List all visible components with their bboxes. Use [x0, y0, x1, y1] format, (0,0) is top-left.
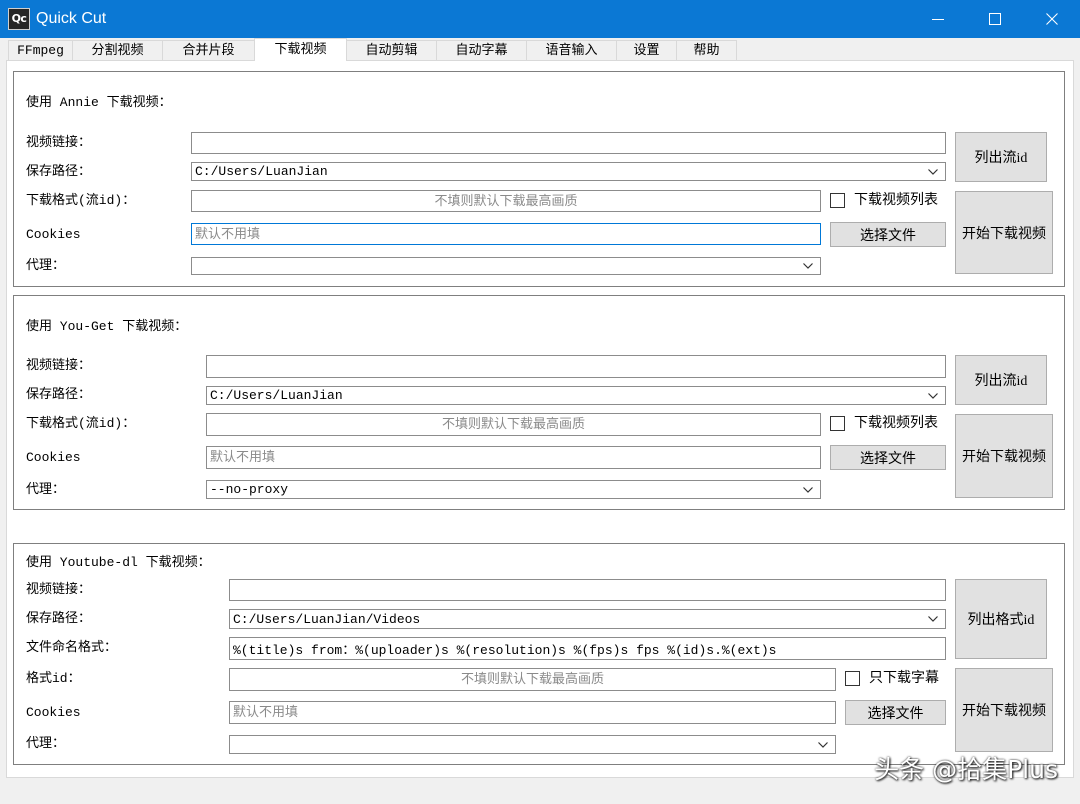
- annie-save-path-value: C:/Users/LuanJian: [195, 164, 328, 179]
- you-get-format-label: 下载格式(流id)：: [26, 416, 136, 431]
- annie-format-label: 下载格式(流id)：: [26, 193, 136, 208]
- youtube-dl-proxy-combo[interactable]: [229, 735, 836, 754]
- chevron-down-icon[interactable]: [928, 392, 938, 399]
- tab-split-video[interactable]: 分割视频: [72, 40, 163, 60]
- annie-playlist-checkbox[interactable]: [830, 193, 845, 208]
- annie-list-streams-button[interactable]: 列出流id: [955, 132, 1047, 182]
- window-title: Quick Cut: [36, 10, 107, 27]
- annie-group-title: 使用 Annie 下载视频：: [26, 95, 172, 110]
- close-button[interactable]: [1023, 0, 1080, 38]
- tab-ffmpeg[interactable]: FFmpeg: [8, 40, 73, 60]
- annie-format-input[interactable]: [191, 190, 821, 212]
- youtube-dl-choose-file-button[interactable]: 选择文件: [845, 700, 946, 725]
- chevron-down-icon[interactable]: [818, 741, 828, 748]
- you-get-cookies-label: Cookies: [26, 450, 81, 465]
- annie-proxy-label: 代理：: [26, 258, 66, 273]
- you-get-group: 使用 You-Get 下载视频： 视频链接： 保存路径： C:/Users/Lu…: [13, 295, 1065, 510]
- title-bar[interactable]: Qc Quick Cut: [0, 0, 1080, 38]
- annie-group: 使用 Annie 下载视频： 视频链接： 保存路径： C:/Users/Luan…: [13, 71, 1065, 287]
- watermark: 头条 @拾集Plus: [874, 755, 1058, 784]
- annie-cookies-input[interactable]: [191, 223, 821, 245]
- youtube-dl-cookies-input[interactable]: [229, 701, 836, 724]
- close-icon: [1045, 13, 1058, 25]
- youtube-dl-list-formats-button[interactable]: 列出格式id: [955, 579, 1047, 659]
- youtube-dl-start-download-button[interactable]: 开始下载视频: [955, 668, 1053, 752]
- tab-auto-subtitles[interactable]: 自动字幕: [436, 40, 527, 60]
- youtube-dl-save-path-label: 保存路径：: [26, 611, 92, 626]
- youtube-dl-proxy-label: 代理：: [26, 736, 66, 751]
- youtube-dl-format-label: 格式id：: [26, 671, 81, 686]
- annie-start-download-button[interactable]: 开始下载视频: [955, 191, 1053, 274]
- youtube-dl-url-input[interactable]: [229, 579, 946, 601]
- youtube-dl-format-input[interactable]: [229, 668, 836, 691]
- you-get-proxy-value: --no-proxy: [210, 482, 289, 497]
- youtube-dl-group: 使用 Youtube-dl 下载视频： 视频链接： 保存路径： C:/Users…: [13, 543, 1065, 765]
- you-get-save-path-value: C:/Users/LuanJian: [210, 388, 343, 403]
- maximize-button[interactable]: [966, 0, 1023, 38]
- youtube-dl-cookies-label: Cookies: [26, 705, 81, 720]
- annie-save-path-label: 保存路径：: [26, 164, 92, 179]
- you-get-playlist-checkbox-label[interactable]: 下载视频列表: [854, 415, 938, 433]
- annie-save-path-combo[interactable]: C:/Users/LuanJian: [191, 162, 946, 181]
- annie-proxy-combo[interactable]: [191, 257, 821, 275]
- maximize-icon: [988, 13, 1001, 25]
- minimize-button[interactable]: [909, 0, 966, 38]
- tab-voice-input[interactable]: 语音输入: [526, 40, 617, 60]
- annie-playlist-checkbox-label[interactable]: 下载视频列表: [854, 192, 938, 210]
- you-get-url-label: 视频链接：: [26, 358, 92, 373]
- youtube-dl-save-path-combo[interactable]: C:/Users/LuanJian/Videos: [229, 609, 946, 629]
- tab-settings[interactable]: 设置: [616, 40, 677, 60]
- you-get-list-streams-button[interactable]: 列出流id: [955, 355, 1047, 405]
- youtube-dl-filename-format-label: 文件命名格式：: [26, 640, 118, 655]
- minimize-icon: [931, 19, 944, 20]
- annie-cookies-label: Cookies: [26, 227, 81, 242]
- annie-choose-file-button[interactable]: 选择文件: [830, 222, 946, 247]
- tab-help[interactable]: 帮助: [676, 40, 737, 60]
- tab-download-video[interactable]: 下载视频: [254, 38, 347, 61]
- app-icon: Qc: [8, 8, 30, 30]
- annie-url-label: 视频链接：: [26, 135, 92, 150]
- chevron-down-icon[interactable]: [803, 263, 813, 269]
- you-get-choose-file-button[interactable]: 选择文件: [830, 445, 946, 470]
- you-get-playlist-checkbox[interactable]: [830, 416, 845, 431]
- you-get-group-title: 使用 You-Get 下载视频：: [26, 319, 188, 334]
- youtube-dl-filename-format-input[interactable]: [229, 637, 946, 660]
- you-get-save-path-label: 保存路径：: [26, 387, 92, 402]
- youtube-dl-group-title: 使用 Youtube-dl 下载视频：: [26, 555, 211, 570]
- chevron-down-icon[interactable]: [928, 168, 938, 175]
- you-get-start-download-button[interactable]: 开始下载视频: [955, 414, 1053, 498]
- download-video-pane: 使用 Annie 下载视频： 视频链接： 保存路径： C:/Users/Luan…: [6, 60, 1074, 778]
- chevron-down-icon[interactable]: [928, 616, 938, 622]
- annie-url-input[interactable]: [191, 132, 946, 154]
- tab-merge-clips[interactable]: 合并片段: [162, 40, 255, 60]
- youtube-dl-url-label: 视频链接：: [26, 582, 92, 597]
- youtube-dl-subtitles-only-checkbox[interactable]: [845, 671, 860, 686]
- tab-bar: FFmpeg 分割视频 合并片段 下载视频 自动剪辑 自动字幕 语音输入 设置 …: [8, 38, 737, 61]
- you-get-url-input[interactable]: [206, 355, 946, 378]
- youtube-dl-save-path-value: C:/Users/LuanJian/Videos: [233, 611, 421, 627]
- you-get-proxy-combo[interactable]: --no-proxy: [206, 480, 821, 499]
- youtube-dl-subtitles-only-label[interactable]: 只下载字幕: [869, 670, 939, 688]
- tab-auto-edit[interactable]: 自动剪辑: [346, 40, 437, 60]
- chevron-down-icon[interactable]: [803, 486, 813, 493]
- you-get-format-input[interactable]: [206, 413, 821, 436]
- you-get-save-path-combo[interactable]: C:/Users/LuanJian: [206, 386, 946, 405]
- you-get-proxy-label: 代理：: [26, 482, 66, 497]
- you-get-cookies-input[interactable]: [206, 446, 821, 469]
